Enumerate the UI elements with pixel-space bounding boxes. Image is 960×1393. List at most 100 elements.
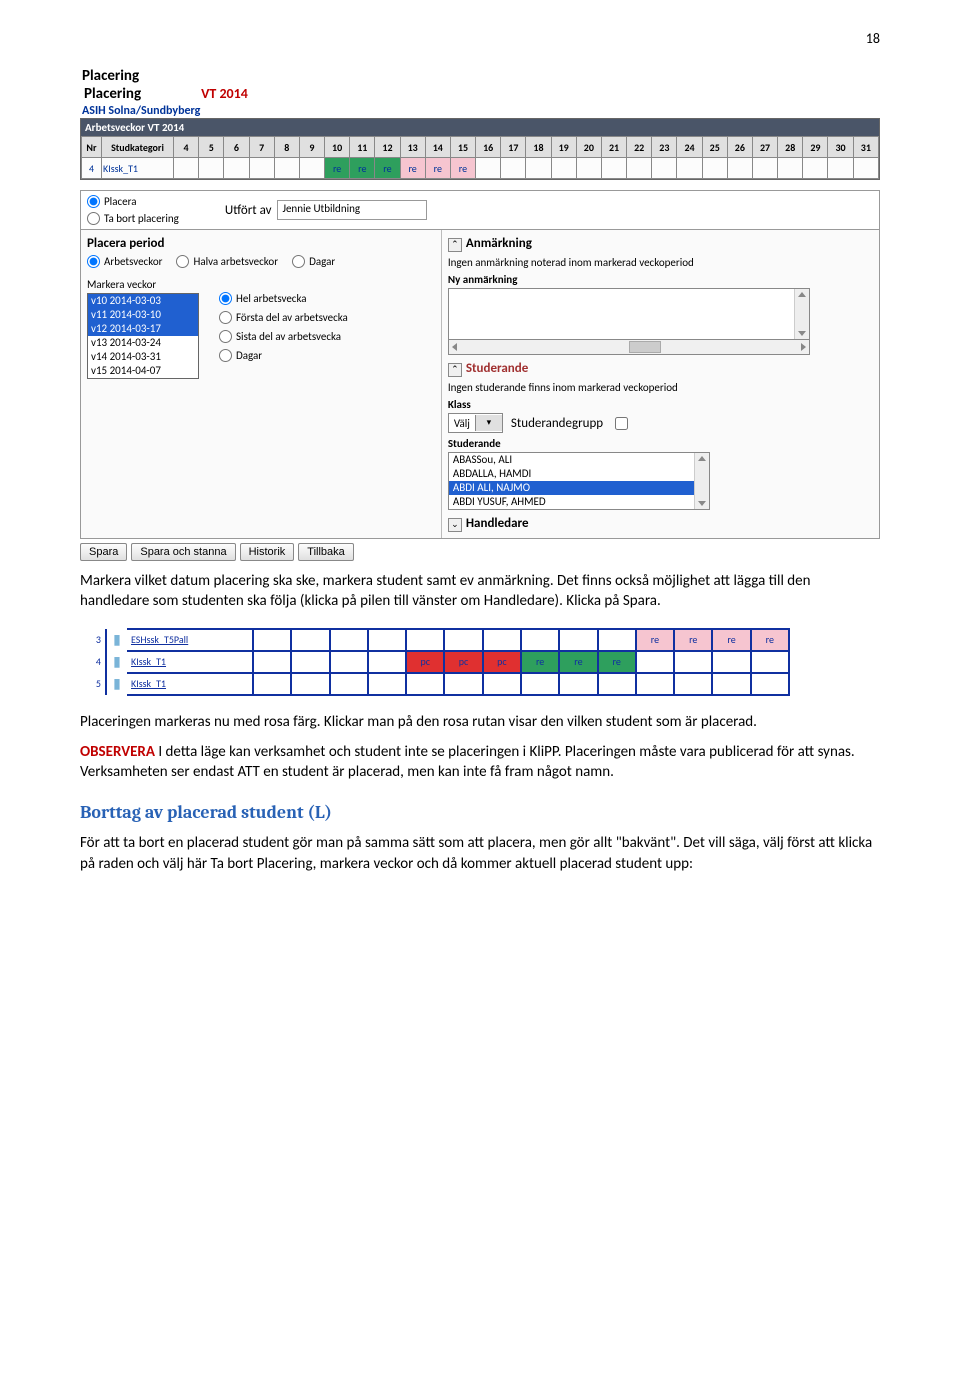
schema-cell[interactable] <box>521 629 559 651</box>
week-cell[interactable] <box>174 158 199 179</box>
historik-button[interactable]: Historik <box>240 543 295 561</box>
radio-dagar-2[interactable]: Dagar <box>219 349 348 362</box>
studerande-listbox[interactable]: ABASSou, ALIABDALLA, HAMDIABDI ALI, NAJM… <box>448 452 710 510</box>
schema-cell[interactable] <box>521 673 559 695</box>
markera-veckor-list[interactable]: v10 2014-03-03v11 2014-03-10v12 2014-03-… <box>87 293 199 379</box>
schema-cell[interactable] <box>330 629 368 651</box>
schema-cell[interactable] <box>674 651 712 673</box>
info-icon[interactable]: ▮ <box>106 629 127 651</box>
schema-cell[interactable] <box>330 673 368 695</box>
week-cell[interactable] <box>274 158 299 179</box>
radio-placera[interactable]: Placera <box>87 195 179 208</box>
vecka-list-item[interactable]: v11 2014-03-10 <box>88 308 198 322</box>
week-cell[interactable] <box>249 158 274 179</box>
schema-cell[interactable] <box>483 629 521 651</box>
week-cell[interactable] <box>652 158 677 179</box>
radio-arbetsveckor[interactable]: Arbetsveckor <box>87 255 162 268</box>
schema-cell[interactable] <box>559 673 597 695</box>
studerande-list-item[interactable]: ABDALLA, HAMDI <box>449 467 709 481</box>
schema-cell[interactable] <box>406 629 444 651</box>
radio-hel-arbetsvecka[interactable]: Hel arbetsvecka <box>219 292 348 305</box>
week-cell[interactable]: re <box>450 158 475 179</box>
schema-row-category[interactable]: ESHssk_T5Pall <box>127 629 253 651</box>
klass-dropdown[interactable]: Välj ▾ <box>448 413 503 433</box>
schema-row-category[interactable]: KIssk_T1 <box>127 673 253 695</box>
schema-cell[interactable]: re <box>712 629 750 651</box>
spara-stanna-button[interactable]: Spara och stanna <box>131 543 235 561</box>
schema-cell[interactable] <box>253 673 291 695</box>
week-cell[interactable]: re <box>400 158 425 179</box>
week-cell[interactable] <box>627 158 652 179</box>
schema-cell[interactable]: re <box>521 651 559 673</box>
studerande-list-item[interactable]: ABDI YUSUF, AHMED <box>449 495 709 509</box>
schema-cell[interactable]: re <box>598 651 636 673</box>
schema-cell[interactable] <box>406 673 444 695</box>
week-cell[interactable] <box>752 158 777 179</box>
schema-cell[interactable]: re <box>559 651 597 673</box>
radio-ta-bort[interactable]: Ta bort placering <box>87 212 179 225</box>
schema-cell[interactable] <box>559 629 597 651</box>
radio-ta-bort-input[interactable] <box>87 212 100 225</box>
schema-cell[interactable] <box>368 651 406 673</box>
week-cell[interactable] <box>551 158 576 179</box>
spara-button[interactable]: Spara <box>80 543 127 561</box>
radio-dagar[interactable]: Dagar <box>292 255 335 268</box>
scrollbar-vertical[interactable] <box>694 453 709 509</box>
week-cell[interactable] <box>853 158 878 179</box>
studerande-list-item[interactable]: ABASSou, ALI <box>449 453 709 467</box>
week-cell[interactable] <box>476 158 501 179</box>
expand-icon[interactable]: ⌄ <box>448 518 462 532</box>
week-cell[interactable] <box>576 158 601 179</box>
schema-cell[interactable] <box>368 629 406 651</box>
week-cell[interactable]: re <box>375 158 400 179</box>
week-cell[interactable] <box>702 158 727 179</box>
info-icon[interactable]: ▮ <box>106 673 127 695</box>
info-icon[interactable]: ▮ <box>106 651 127 673</box>
schema-cell[interactable] <box>598 629 636 651</box>
schema-cell[interactable] <box>674 673 712 695</box>
schema-cell[interactable] <box>712 673 750 695</box>
schema-cell[interactable] <box>483 673 521 695</box>
vecka-list-item[interactable]: v13 2014-03-24 <box>88 336 198 350</box>
studerandegrupp-checkbox[interactable] <box>615 417 628 430</box>
week-cell[interactable] <box>224 158 249 179</box>
week-cell[interactable] <box>199 158 224 179</box>
week-row-nr[interactable]: 4 <box>82 158 102 179</box>
chevron-down-icon[interactable]: ▾ <box>475 415 502 431</box>
schema-cell[interactable]: pc <box>444 651 482 673</box>
vecka-list-item[interactable]: v14 2014-03-31 <box>88 350 198 364</box>
scrollbar-horizontal[interactable] <box>448 340 810 355</box>
schema-cell[interactable] <box>751 651 789 673</box>
week-cell[interactable] <box>828 158 853 179</box>
week-cell[interactable]: re <box>425 158 450 179</box>
schema-cell[interactable]: re <box>674 629 712 651</box>
schema-cell[interactable]: re <box>636 629 674 651</box>
schema-cell[interactable]: re <box>751 629 789 651</box>
week-cell[interactable] <box>299 158 324 179</box>
week-cell[interactable] <box>677 158 702 179</box>
vecka-list-item[interactable]: v12 2014-03-17 <box>88 322 198 336</box>
tillbaka-button[interactable]: Tillbaka <box>298 543 354 561</box>
vecka-list-item[interactable]: v15 2014-04-07 <box>88 364 198 378</box>
week-cell[interactable] <box>501 158 526 179</box>
schema-cell[interactable] <box>636 673 674 695</box>
schema-cell[interactable] <box>598 673 636 695</box>
week-cell[interactable] <box>526 158 551 179</box>
schema-cell[interactable] <box>291 651 329 673</box>
week-cell[interactable] <box>778 158 803 179</box>
radio-halva[interactable]: Halva arbetsveckor <box>176 255 278 268</box>
week-cell[interactable] <box>803 158 828 179</box>
utfort-av-field[interactable]: Jennie Utbildning <box>277 200 427 220</box>
schema-cell[interactable] <box>253 651 291 673</box>
collapse-icon[interactable]: ⌃ <box>448 363 462 377</box>
radio-forsta-del[interactable]: Första del av arbetsvecka <box>219 311 348 324</box>
radio-placera-input[interactable] <box>87 195 100 208</box>
schema-row-category[interactable]: KIssk_T1 <box>127 651 253 673</box>
week-row-category[interactable]: KIssk_T1 <box>102 158 174 179</box>
studerande-list-item[interactable]: ABDI ALI, NAJMO <box>449 481 709 495</box>
schema-cell[interactable]: pc <box>406 651 444 673</box>
radio-sista-del[interactable]: Sista del av arbetsvecka <box>219 330 348 343</box>
schema-cell[interactable] <box>368 673 406 695</box>
schema-cell[interactable] <box>291 673 329 695</box>
schema-cell[interactable] <box>444 673 482 695</box>
